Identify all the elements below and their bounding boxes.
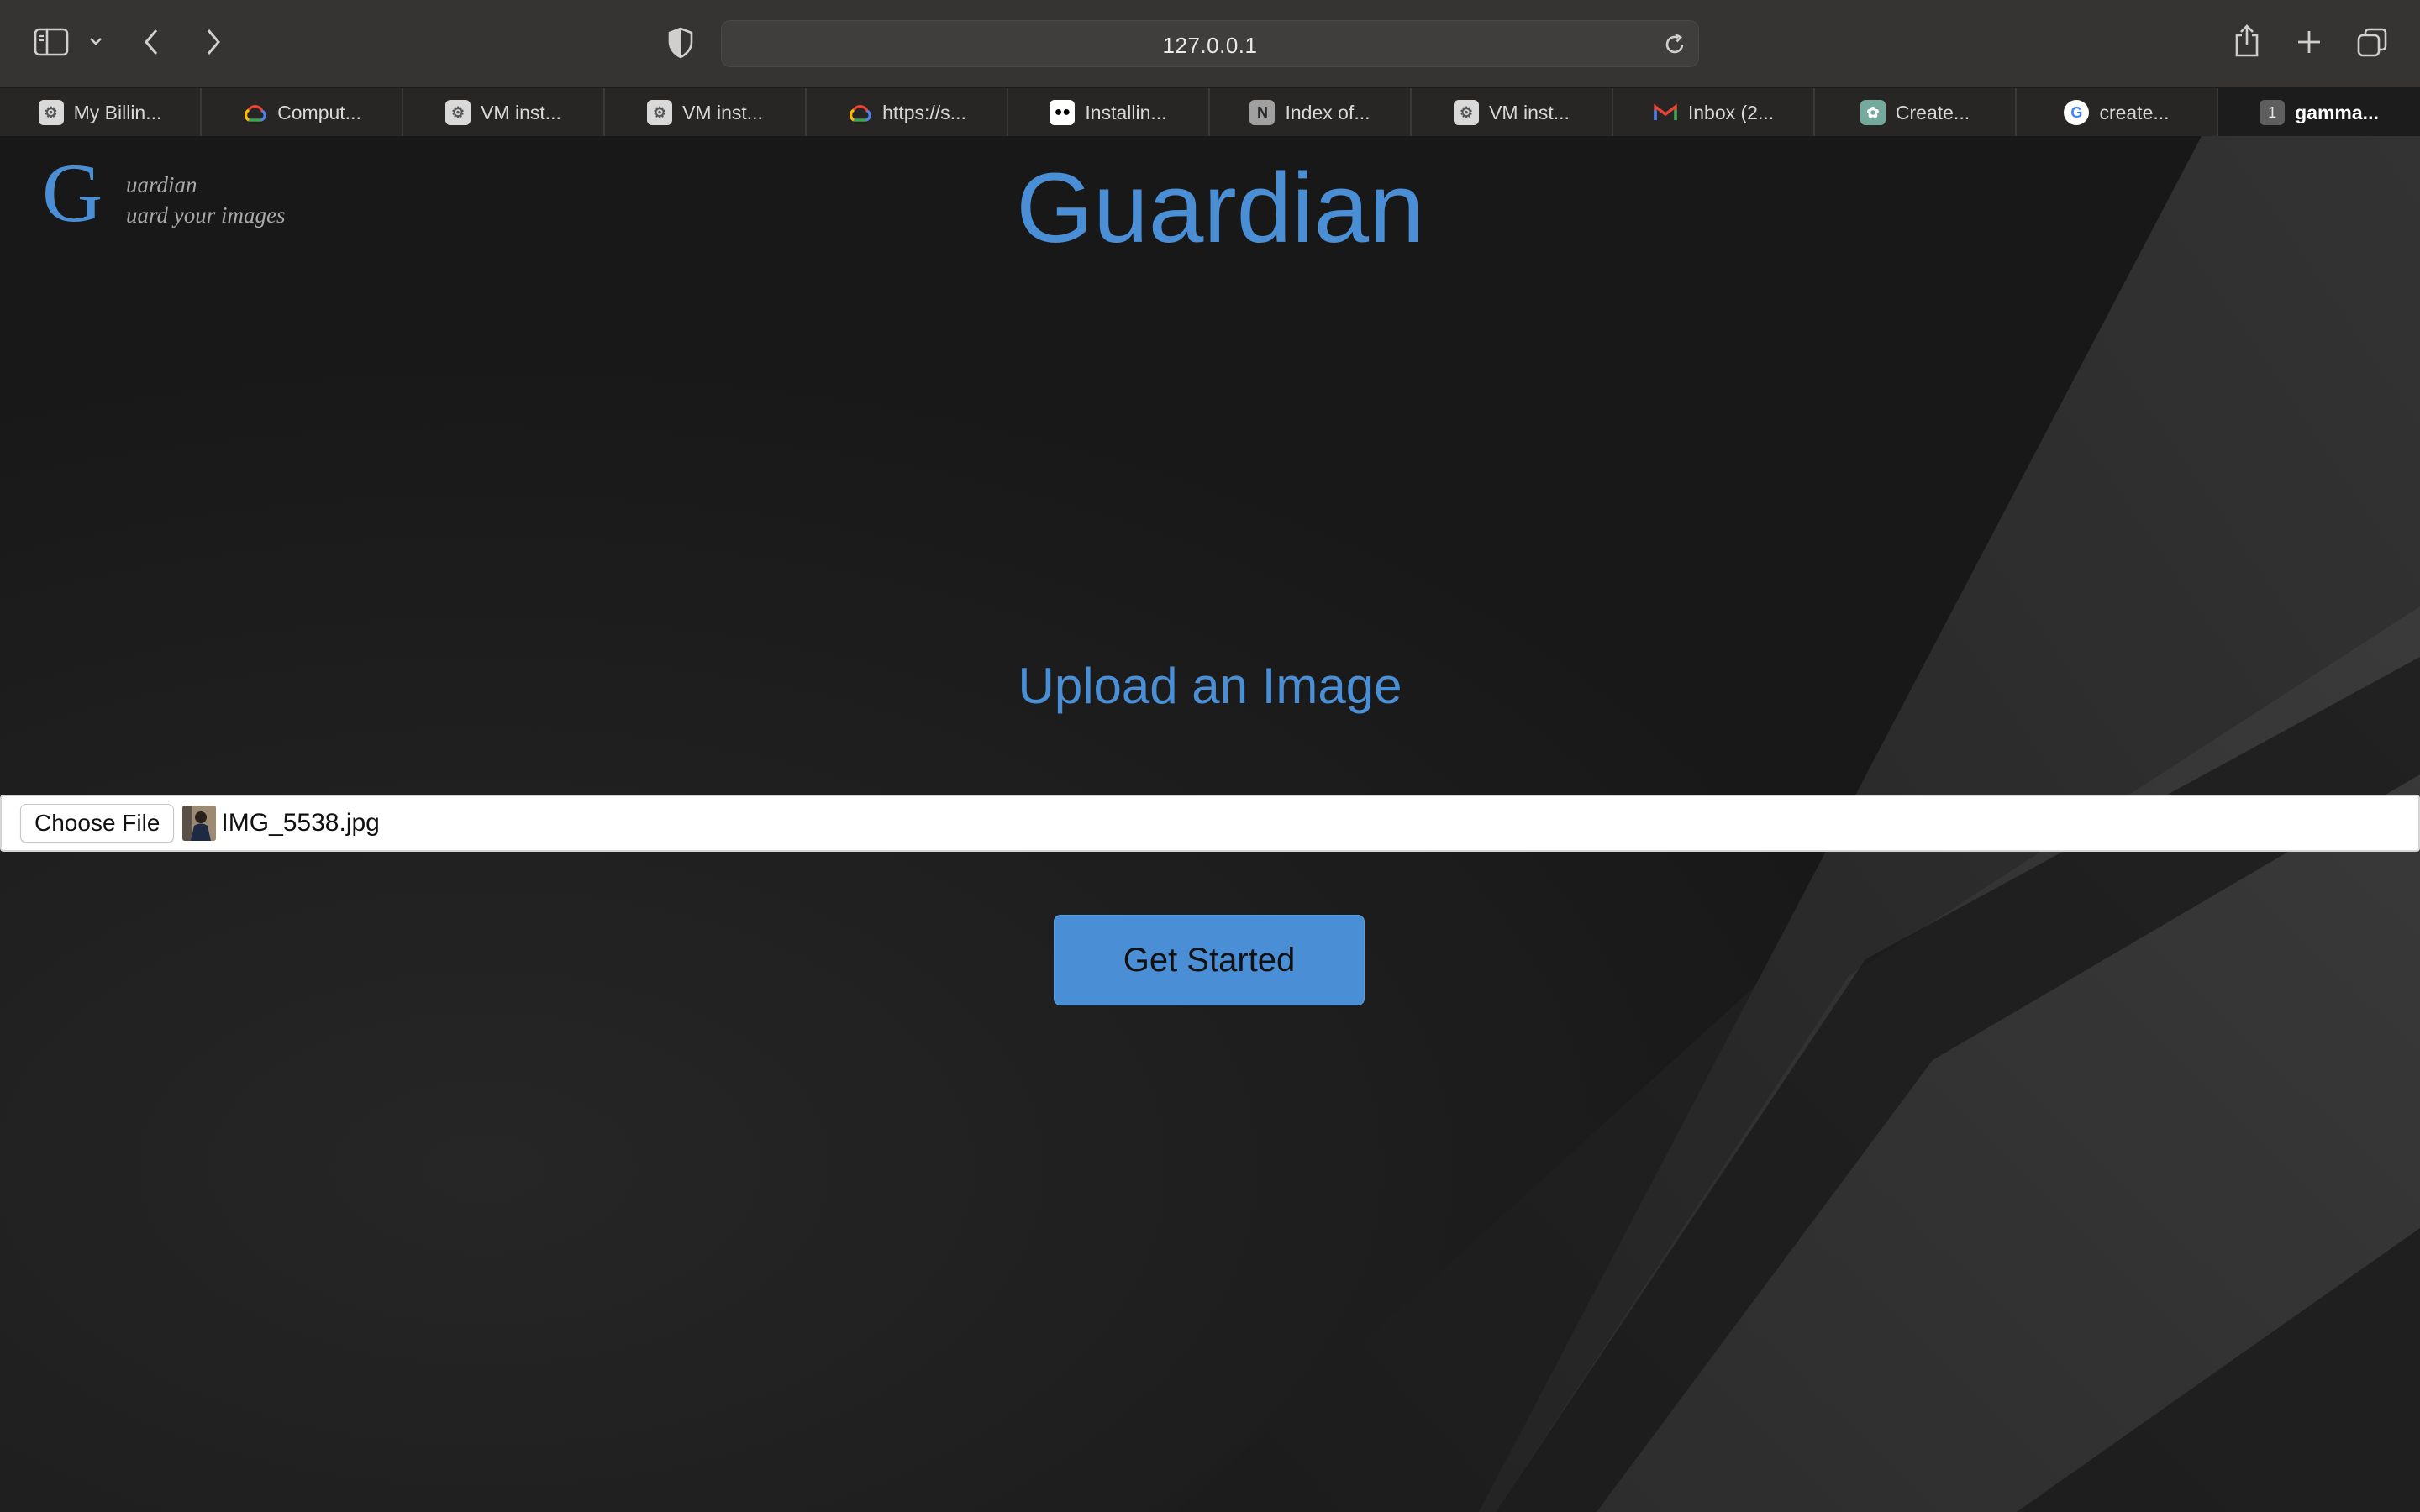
gmail-icon <box>1653 100 1678 125</box>
tab-label: Comput... <box>277 101 361 123</box>
back-icon[interactable] <box>141 27 163 57</box>
tab-label: VM inst... <box>682 101 763 123</box>
tab-label: VM inst... <box>1489 101 1570 123</box>
new-tab-icon[interactable] <box>2296 29 2323 55</box>
notion-icon: N <box>1249 100 1276 125</box>
gear-icon: ⚙ <box>445 100 471 125</box>
tab-label: create... <box>2099 101 2170 123</box>
sidebar-toggle-icon[interactable] <box>34 27 69 57</box>
chevron-down-icon[interactable] <box>87 35 104 49</box>
number-icon: 1 <box>2260 100 2286 125</box>
tab-vm-instances-1[interactable]: ⚙ VM inst... <box>403 88 605 137</box>
gear-icon: ⚙ <box>1454 100 1480 125</box>
tab-my-billing[interactable]: ⚙ My Billin... <box>0 88 202 137</box>
tab-label: gamma... <box>2295 101 2379 123</box>
reload-icon[interactable] <box>1663 33 1686 56</box>
openai-icon: ✿ <box>1860 100 1886 125</box>
choose-file-button[interactable]: Choose File <box>20 804 175 843</box>
page-content: G uardian uard your images Guardian Uplo… <box>0 136 2420 1512</box>
page-title: Guardian <box>1016 153 1424 264</box>
cloud-icon <box>847 100 872 125</box>
tab-gamma-active[interactable]: 1 gamma... <box>2218 88 2420 137</box>
tab-https[interactable]: https://s... <box>807 88 1008 137</box>
tab-label: Inbox (2... <box>1687 101 1775 123</box>
tab-label: VM inst... <box>481 101 561 123</box>
tab-vm-instances-3[interactable]: ⚙ VM inst... <box>1412 88 1613 137</box>
get-started-button[interactable]: Get Started <box>1054 915 1365 1005</box>
tab-label: Index of... <box>1285 101 1370 123</box>
google-icon: G <box>2064 100 2090 125</box>
tab-label: Installin... <box>1085 101 1167 123</box>
tab-inbox[interactable]: Inbox (2... <box>1613 88 1815 137</box>
gear-icon: ⚙ <box>647 100 673 125</box>
tab-create-google[interactable]: G create... <box>2017 88 2218 137</box>
forward-icon[interactable] <box>202 27 224 57</box>
tab-installing[interactable]: ●● Installin... <box>1008 88 1210 137</box>
browser-toolbar: 127.0.0.1 <box>0 0 2420 87</box>
tab-bar: ⚙ My Billin... Comput... ⚙ VM inst... ⚙ … <box>0 87 2420 137</box>
file-thumbnail <box>182 806 217 841</box>
cloud-icon <box>242 100 267 125</box>
tab-compute[interactable]: Comput... <box>202 88 403 137</box>
tab-vm-instances-2[interactable]: ⚙ VM inst... <box>605 88 807 137</box>
upload-heading: Upload an Image <box>1018 658 1402 714</box>
gear-icon: ⚙ <box>38 100 64 125</box>
medium-icon: ●● <box>1050 100 1076 125</box>
selected-file-name: IMG_5538.jpg <box>221 809 380 837</box>
file-input[interactable]: Choose File IMG_5538.jpg <box>0 795 2420 852</box>
share-icon[interactable] <box>2233 24 2260 59</box>
url-text: 127.0.0.1 <box>1162 33 1258 58</box>
tab-index-of[interactable]: N Index of... <box>1210 88 1412 137</box>
tab-overview-icon[interactable] <box>2356 27 2388 59</box>
tab-label: Create... <box>1895 101 1970 123</box>
privacy-shield-icon[interactable] <box>667 27 694 59</box>
tab-create-chat[interactable]: ✿ Create... <box>1815 88 2017 137</box>
address-bar[interactable]: 127.0.0.1 <box>721 20 1699 67</box>
tab-label: https://s... <box>882 101 966 123</box>
tab-label: My Billin... <box>73 101 162 123</box>
